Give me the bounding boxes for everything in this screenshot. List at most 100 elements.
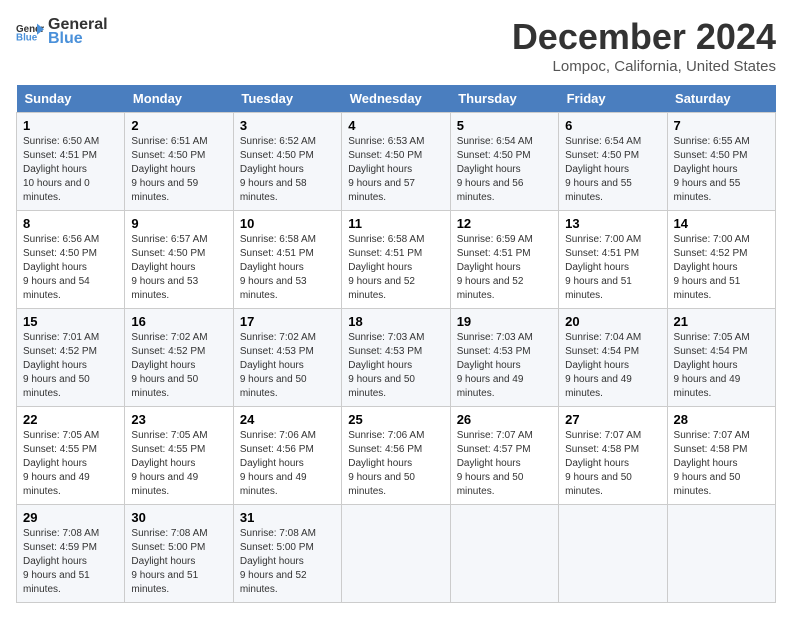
day-info: Sunrise: 6:58 AM Sunset: 4:51 PM Dayligh…: [348, 233, 443, 303]
calendar-cell: 19 Sunrise: 7:03 AM Sunset: 4:53 PM Dayl…: [450, 309, 558, 407]
week-row-3: 15 Sunrise: 7:01 AM Sunset: 4:52 PM Dayl…: [17, 309, 776, 407]
day-info: Sunrise: 7:03 AM Sunset: 4:53 PM Dayligh…: [348, 331, 443, 401]
day-number: 24: [240, 412, 335, 427]
day-number: 27: [565, 412, 660, 427]
day-info: Sunrise: 7:07 AM Sunset: 4:58 PM Dayligh…: [674, 429, 769, 499]
calendar-cell: 17 Sunrise: 7:02 AM Sunset: 4:53 PM Dayl…: [233, 309, 341, 407]
logo-icon: General Blue: [16, 22, 44, 42]
day-info: Sunrise: 6:54 AM Sunset: 4:50 PM Dayligh…: [457, 135, 552, 205]
day-info: Sunrise: 6:51 AM Sunset: 4:50 PM Dayligh…: [131, 135, 226, 205]
header-wednesday: Wednesday: [342, 85, 450, 113]
day-info: Sunrise: 7:04 AM Sunset: 4:54 PM Dayligh…: [565, 331, 660, 401]
day-number: 14: [674, 216, 769, 231]
day-number: 31: [240, 510, 335, 525]
day-number: 28: [674, 412, 769, 427]
calendar-cell: 10 Sunrise: 6:58 AM Sunset: 4:51 PM Dayl…: [233, 211, 341, 309]
day-number: 2: [131, 118, 226, 133]
day-number: 5: [457, 118, 552, 133]
main-title: December 2024: [512, 16, 776, 58]
calendar-cell: 16 Sunrise: 7:02 AM Sunset: 4:52 PM Dayl…: [125, 309, 233, 407]
day-info: Sunrise: 7:00 AM Sunset: 4:52 PM Dayligh…: [674, 233, 769, 303]
day-info: Sunrise: 6:57 AM Sunset: 4:50 PM Dayligh…: [131, 233, 226, 303]
day-info: Sunrise: 7:06 AM Sunset: 4:56 PM Dayligh…: [240, 429, 335, 499]
week-row-4: 22 Sunrise: 7:05 AM Sunset: 4:55 PM Dayl…: [17, 407, 776, 505]
day-info: Sunrise: 7:08 AM Sunset: 5:00 PM Dayligh…: [131, 527, 226, 597]
header-tuesday: Tuesday: [233, 85, 341, 113]
header-thursday: Thursday: [450, 85, 558, 113]
day-info: Sunrise: 7:08 AM Sunset: 5:00 PM Dayligh…: [240, 527, 335, 597]
calendar-cell: 2 Sunrise: 6:51 AM Sunset: 4:50 PM Dayli…: [125, 113, 233, 211]
day-info: Sunrise: 7:03 AM Sunset: 4:53 PM Dayligh…: [457, 331, 552, 401]
calendar-cell: 3 Sunrise: 6:52 AM Sunset: 4:50 PM Dayli…: [233, 113, 341, 211]
header-row: SundayMondayTuesdayWednesdayThursdayFrid…: [17, 85, 776, 113]
calendar-cell: 5 Sunrise: 6:54 AM Sunset: 4:50 PM Dayli…: [450, 113, 558, 211]
day-info: Sunrise: 7:05 AM Sunset: 4:55 PM Dayligh…: [131, 429, 226, 499]
day-number: 7: [674, 118, 769, 133]
calendar-cell: 26 Sunrise: 7:07 AM Sunset: 4:57 PM Dayl…: [450, 407, 558, 505]
day-number: 4: [348, 118, 443, 133]
calendar-cell: 22 Sunrise: 7:05 AM Sunset: 4:55 PM Dayl…: [17, 407, 125, 505]
calendar-cell: 31 Sunrise: 7:08 AM Sunset: 5:00 PM Dayl…: [233, 505, 341, 603]
day-info: Sunrise: 6:56 AM Sunset: 4:50 PM Dayligh…: [23, 233, 118, 303]
calendar-cell: 15 Sunrise: 7:01 AM Sunset: 4:52 PM Dayl…: [17, 309, 125, 407]
header-friday: Friday: [559, 85, 667, 113]
day-info: Sunrise: 7:07 AM Sunset: 4:58 PM Dayligh…: [565, 429, 660, 499]
day-info: Sunrise: 6:54 AM Sunset: 4:50 PM Dayligh…: [565, 135, 660, 205]
title-area: December 2024 Lompoc, California, United…: [512, 16, 776, 75]
day-number: 22: [23, 412, 118, 427]
header-saturday: Saturday: [667, 85, 775, 113]
day-info: Sunrise: 7:08 AM Sunset: 4:59 PM Dayligh…: [23, 527, 118, 597]
calendar-cell: 11 Sunrise: 6:58 AM Sunset: 4:51 PM Dayl…: [342, 211, 450, 309]
day-number: 1: [23, 118, 118, 133]
day-info: Sunrise: 6:59 AM Sunset: 4:51 PM Dayligh…: [457, 233, 552, 303]
day-info: Sunrise: 6:50 AM Sunset: 4:51 PM Dayligh…: [23, 135, 118, 205]
week-row-1: 1 Sunrise: 6:50 AM Sunset: 4:51 PM Dayli…: [17, 113, 776, 211]
day-number: 12: [457, 216, 552, 231]
day-number: 26: [457, 412, 552, 427]
day-number: 6: [565, 118, 660, 133]
day-info: Sunrise: 7:00 AM Sunset: 4:51 PM Dayligh…: [565, 233, 660, 303]
calendar-cell: [342, 505, 450, 603]
calendar-cell: 29 Sunrise: 7:08 AM Sunset: 4:59 PM Dayl…: [17, 505, 125, 603]
day-number: 25: [348, 412, 443, 427]
calendar-cell: 27 Sunrise: 7:07 AM Sunset: 4:58 PM Dayl…: [559, 407, 667, 505]
calendar-cell: 9 Sunrise: 6:57 AM Sunset: 4:50 PM Dayli…: [125, 211, 233, 309]
calendar-cell: 4 Sunrise: 6:53 AM Sunset: 4:50 PM Dayli…: [342, 113, 450, 211]
day-info: Sunrise: 7:02 AM Sunset: 4:53 PM Dayligh…: [240, 331, 335, 401]
calendar-cell: 1 Sunrise: 6:50 AM Sunset: 4:51 PM Dayli…: [17, 113, 125, 211]
subtitle: Lompoc, California, United States: [512, 58, 776, 75]
day-number: 13: [565, 216, 660, 231]
day-number: 17: [240, 314, 335, 329]
day-number: 3: [240, 118, 335, 133]
calendar-cell: 12 Sunrise: 6:59 AM Sunset: 4:51 PM Dayl…: [450, 211, 558, 309]
day-info: Sunrise: 7:06 AM Sunset: 4:56 PM Dayligh…: [348, 429, 443, 499]
calendar-cell: 25 Sunrise: 7:06 AM Sunset: 4:56 PM Dayl…: [342, 407, 450, 505]
calendar-cell: 30 Sunrise: 7:08 AM Sunset: 5:00 PM Dayl…: [125, 505, 233, 603]
day-number: 19: [457, 314, 552, 329]
day-info: Sunrise: 7:05 AM Sunset: 4:55 PM Dayligh…: [23, 429, 118, 499]
calendar-cell: 14 Sunrise: 7:00 AM Sunset: 4:52 PM Dayl…: [667, 211, 775, 309]
day-number: 15: [23, 314, 118, 329]
calendar-cell: 6 Sunrise: 6:54 AM Sunset: 4:50 PM Dayli…: [559, 113, 667, 211]
day-number: 29: [23, 510, 118, 525]
day-number: 30: [131, 510, 226, 525]
day-number: 16: [131, 314, 226, 329]
day-info: Sunrise: 6:53 AM Sunset: 4:50 PM Dayligh…: [348, 135, 443, 205]
calendar-cell: 13 Sunrise: 7:00 AM Sunset: 4:51 PM Dayl…: [559, 211, 667, 309]
day-number: 11: [348, 216, 443, 231]
header-sunday: Sunday: [17, 85, 125, 113]
svg-text:Blue: Blue: [16, 32, 38, 42]
day-info: Sunrise: 7:07 AM Sunset: 4:57 PM Dayligh…: [457, 429, 552, 499]
page-header: General Blue General Blue December 2024 …: [16, 16, 776, 75]
calendar-cell: 8 Sunrise: 6:56 AM Sunset: 4:50 PM Dayli…: [17, 211, 125, 309]
header-monday: Monday: [125, 85, 233, 113]
day-number: 20: [565, 314, 660, 329]
day-number: 21: [674, 314, 769, 329]
calendar-cell: [450, 505, 558, 603]
calendar-cell: 7 Sunrise: 6:55 AM Sunset: 4:50 PM Dayli…: [667, 113, 775, 211]
day-number: 8: [23, 216, 118, 231]
day-info: Sunrise: 7:05 AM Sunset: 4:54 PM Dayligh…: [674, 331, 769, 401]
calendar-cell: [559, 505, 667, 603]
day-number: 23: [131, 412, 226, 427]
calendar-cell: 23 Sunrise: 7:05 AM Sunset: 4:55 PM Dayl…: [125, 407, 233, 505]
